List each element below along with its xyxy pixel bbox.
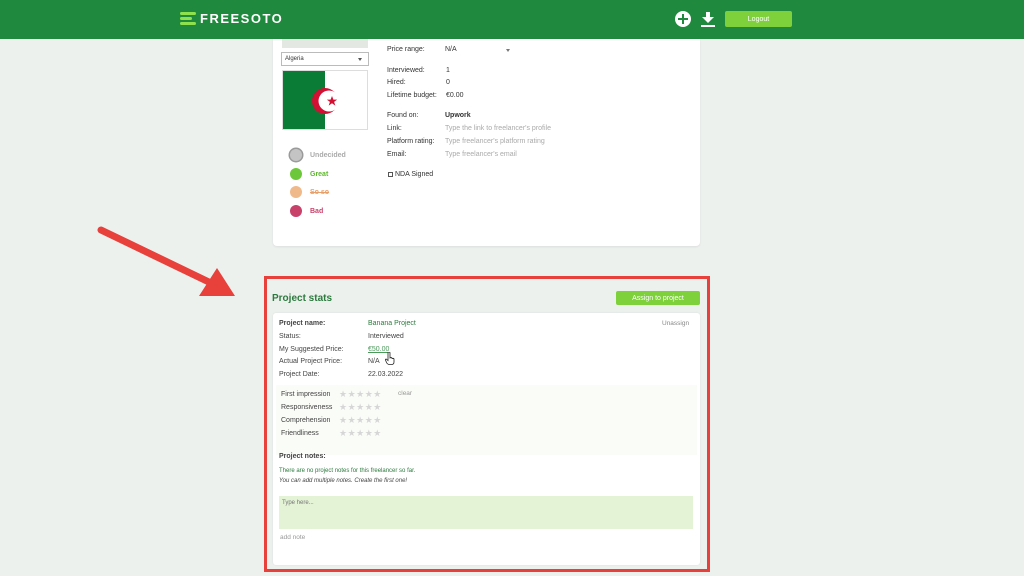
lifetime-budget-label: Lifetime budget: [387, 92, 437, 99]
lifetime-budget-value: €0.00 [446, 92, 464, 99]
found-on-value[interactable]: Upwork [445, 112, 471, 119]
plus-circle-icon[interactable] [675, 11, 691, 27]
platform-rating-label: Platform rating: [387, 138, 435, 145]
checkbox-icon [388, 172, 393, 177]
freelancer-profile-card: Algeria Undecided Great So so Bad Price … [273, 39, 700, 246]
interviewed-label: Interviewed: [387, 67, 425, 74]
country-select-value: Algeria [285, 56, 304, 62]
nda-label: NDA Signed [395, 171, 434, 178]
red-arrow-icon [97, 226, 235, 296]
price-range-label: Price range: [387, 46, 425, 53]
interviewed-value: 1 [446, 67, 450, 74]
country-flag [282, 70, 368, 130]
hired-label: Hired: [387, 79, 406, 86]
link-input[interactable]: Type the link to freelancer's profile [445, 125, 551, 132]
nda-checkbox[interactable]: NDA Signed [388, 171, 433, 178]
link-label: Link: [387, 125, 402, 132]
download-icon[interactable] [700, 11, 716, 27]
chevron-down-icon [358, 58, 362, 61]
found-on-label: Found on: [387, 112, 419, 119]
country-select[interactable]: Algeria [281, 52, 369, 66]
highlight-frame [264, 276, 710, 572]
email-label: Email: [387, 151, 407, 158]
platform-rating-input[interactable]: Type freelancer's platform rating [445, 138, 545, 145]
hired-value: 0 [446, 79, 450, 86]
logo-icon [180, 11, 196, 26]
email-input[interactable]: Type freelancer's email [445, 151, 517, 158]
status-option-undecided[interactable]: Undecided [290, 149, 346, 161]
chevron-down-icon [506, 49, 510, 52]
status-option-great[interactable]: Great [290, 168, 328, 180]
logout-button[interactable]: Logout [725, 11, 792, 27]
freesoto-logo[interactable]: FREESOTO [180, 11, 283, 26]
status-option-bad[interactable]: Bad [290, 205, 323, 217]
top-navigation-bar: FREESOTO Logout [0, 0, 1024, 39]
hand-cursor-icon [385, 352, 395, 365]
profile-photo [282, 39, 368, 48]
brand-name: FREESOTO [200, 11, 284, 26]
status-option-so-so[interactable]: So so [290, 186, 329, 198]
price-range-select[interactable]: N/A [445, 46, 457, 53]
